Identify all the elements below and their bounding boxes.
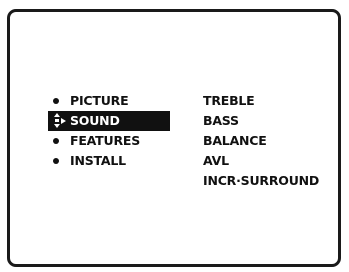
menu-item-install[interactable]: INSTALL bbox=[48, 151, 170, 171]
menu-item-picture[interactable]: PICTURE bbox=[48, 91, 170, 111]
sound-submenu: TREBLE BASS BALANCE AVL INCR·SURROUND bbox=[203, 91, 319, 191]
submenu-item-bass[interactable]: BASS bbox=[203, 111, 319, 131]
bullet-dot-icon bbox=[53, 138, 59, 144]
menu-item-label: INSTALL bbox=[70, 153, 126, 168]
submenu-item-balance[interactable]: BALANCE bbox=[203, 131, 319, 151]
tv-screen-frame: PICTURE SOUND FEATURES INSTALL TREBLE BA… bbox=[7, 9, 341, 267]
menu-item-label: SOUND bbox=[70, 113, 120, 128]
submenu-item-treble[interactable]: TREBLE bbox=[203, 91, 319, 111]
bullet-dot-icon bbox=[53, 158, 59, 164]
main-menu: PICTURE SOUND FEATURES INSTALL bbox=[48, 91, 170, 171]
menu-item-sound[interactable]: SOUND bbox=[48, 111, 170, 131]
submenu-item-incr-surround[interactable]: INCR·SURROUND bbox=[203, 171, 319, 191]
bullet-dot-icon bbox=[53, 98, 59, 104]
navigation-cursor-icon bbox=[54, 113, 66, 128]
submenu-item-avl[interactable]: AVL bbox=[203, 151, 319, 171]
page: PICTURE SOUND FEATURES INSTALL TREBLE BA… bbox=[0, 0, 349, 272]
menu-item-label: PICTURE bbox=[70, 93, 129, 108]
menu-item-features[interactable]: FEATURES bbox=[48, 131, 170, 151]
menu-item-label: FEATURES bbox=[70, 133, 141, 148]
